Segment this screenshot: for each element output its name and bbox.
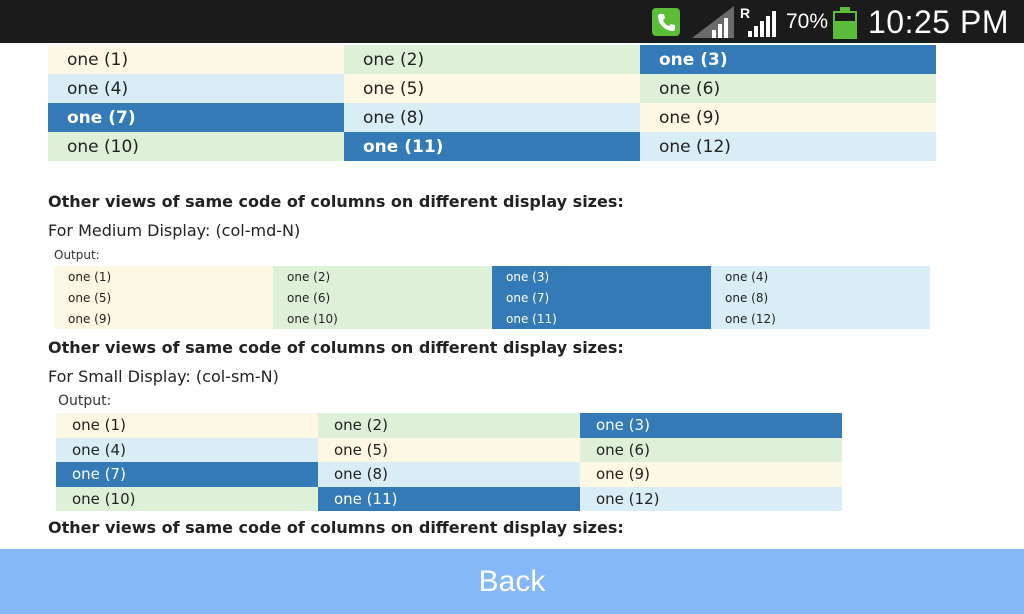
grid-cell: one (10) bbox=[48, 132, 344, 161]
grid-cell: one (7) bbox=[48, 103, 344, 132]
wifi-strength-icon bbox=[712, 14, 732, 38]
grid-cell: one (12) bbox=[580, 486, 842, 511]
subtitle-medium-display: For Medium Display: (col-md-N) bbox=[48, 221, 301, 240]
grid-cell: one (7) bbox=[492, 287, 711, 308]
grid-cell: one (11) bbox=[318, 486, 580, 511]
grid-cell: one (8) bbox=[711, 287, 930, 308]
phone-call-icon bbox=[652, 8, 680, 36]
section-heading-small: Other views of same code of columns on d… bbox=[48, 338, 624, 357]
grid-cell: one (8) bbox=[318, 462, 580, 487]
grid-medium-display: one (1) one (2) one (3) one (4) one (5) one (… bbox=[54, 266, 930, 329]
grid-cell: one (5) bbox=[318, 437, 580, 462]
grid-cell: one (4) bbox=[711, 266, 930, 287]
grid-cell: one (3) bbox=[640, 45, 936, 74]
grid-cell: one (12) bbox=[711, 308, 930, 329]
grid-cell: one (9) bbox=[640, 103, 936, 132]
back-button-label: Back bbox=[478, 564, 546, 598]
grid-cell: one (5) bbox=[54, 287, 273, 308]
battery-percent: 70% bbox=[786, 10, 829, 33]
grid-small-display: one (1) one (2) one (3) one (4) one (5) one (… bbox=[56, 413, 842, 511]
section-heading-medium: Other views of same code of columns on d… bbox=[48, 192, 624, 211]
grid-cell: one (4) bbox=[56, 437, 318, 462]
clock-time: 10:25 PM bbox=[868, 4, 1009, 40]
grid-cell: one (3) bbox=[492, 266, 711, 287]
grid-cell: one (6) bbox=[580, 437, 842, 462]
page-content[interactable]: one (1) one (2) one (3) one (4) one (5) one (… bbox=[0, 43, 1024, 549]
grid-cell: one (4) bbox=[48, 74, 344, 103]
grid-full-width: one (1) one (2) one (3) one (4) one (5) one (… bbox=[48, 45, 936, 161]
grid-cell: one (1) bbox=[54, 266, 273, 287]
grid-cell: one (6) bbox=[273, 287, 492, 308]
grid-cell: one (6) bbox=[640, 74, 936, 103]
grid-cell: one (11) bbox=[492, 308, 711, 329]
grid-cell: one (10) bbox=[56, 486, 318, 511]
grid-cell: one (3) bbox=[580, 413, 842, 438]
output-label: Output: bbox=[54, 248, 100, 262]
section-heading-more: Other views of same code of columns on d… bbox=[48, 518, 624, 537]
grid-cell: one (7) bbox=[56, 462, 318, 487]
grid-cell: one (9) bbox=[580, 462, 842, 487]
grid-cell: one (10) bbox=[273, 308, 492, 329]
grid-cell: one (1) bbox=[48, 45, 344, 74]
subtitle-small-display: For Small Display: (col-sm-N) bbox=[48, 367, 279, 386]
grid-cell: one (2) bbox=[344, 45, 640, 74]
grid-cell: one (8) bbox=[344, 103, 640, 132]
battery-icon bbox=[833, 7, 857, 39]
output-label: Output: bbox=[58, 393, 112, 409]
status-bar: R 70% 10:25 PM bbox=[0, 0, 1024, 43]
grid-cell: one (5) bbox=[344, 74, 640, 103]
grid-cell: one (12) bbox=[640, 132, 936, 161]
grid-cell: one (1) bbox=[56, 413, 318, 438]
grid-cell: one (9) bbox=[54, 308, 273, 329]
grid-cell: one (2) bbox=[273, 266, 492, 287]
grid-cell: one (11) bbox=[344, 132, 640, 161]
grid-cell: one (2) bbox=[318, 413, 580, 438]
back-button[interactable]: Back bbox=[0, 549, 1024, 614]
signal-icon bbox=[748, 11, 780, 37]
